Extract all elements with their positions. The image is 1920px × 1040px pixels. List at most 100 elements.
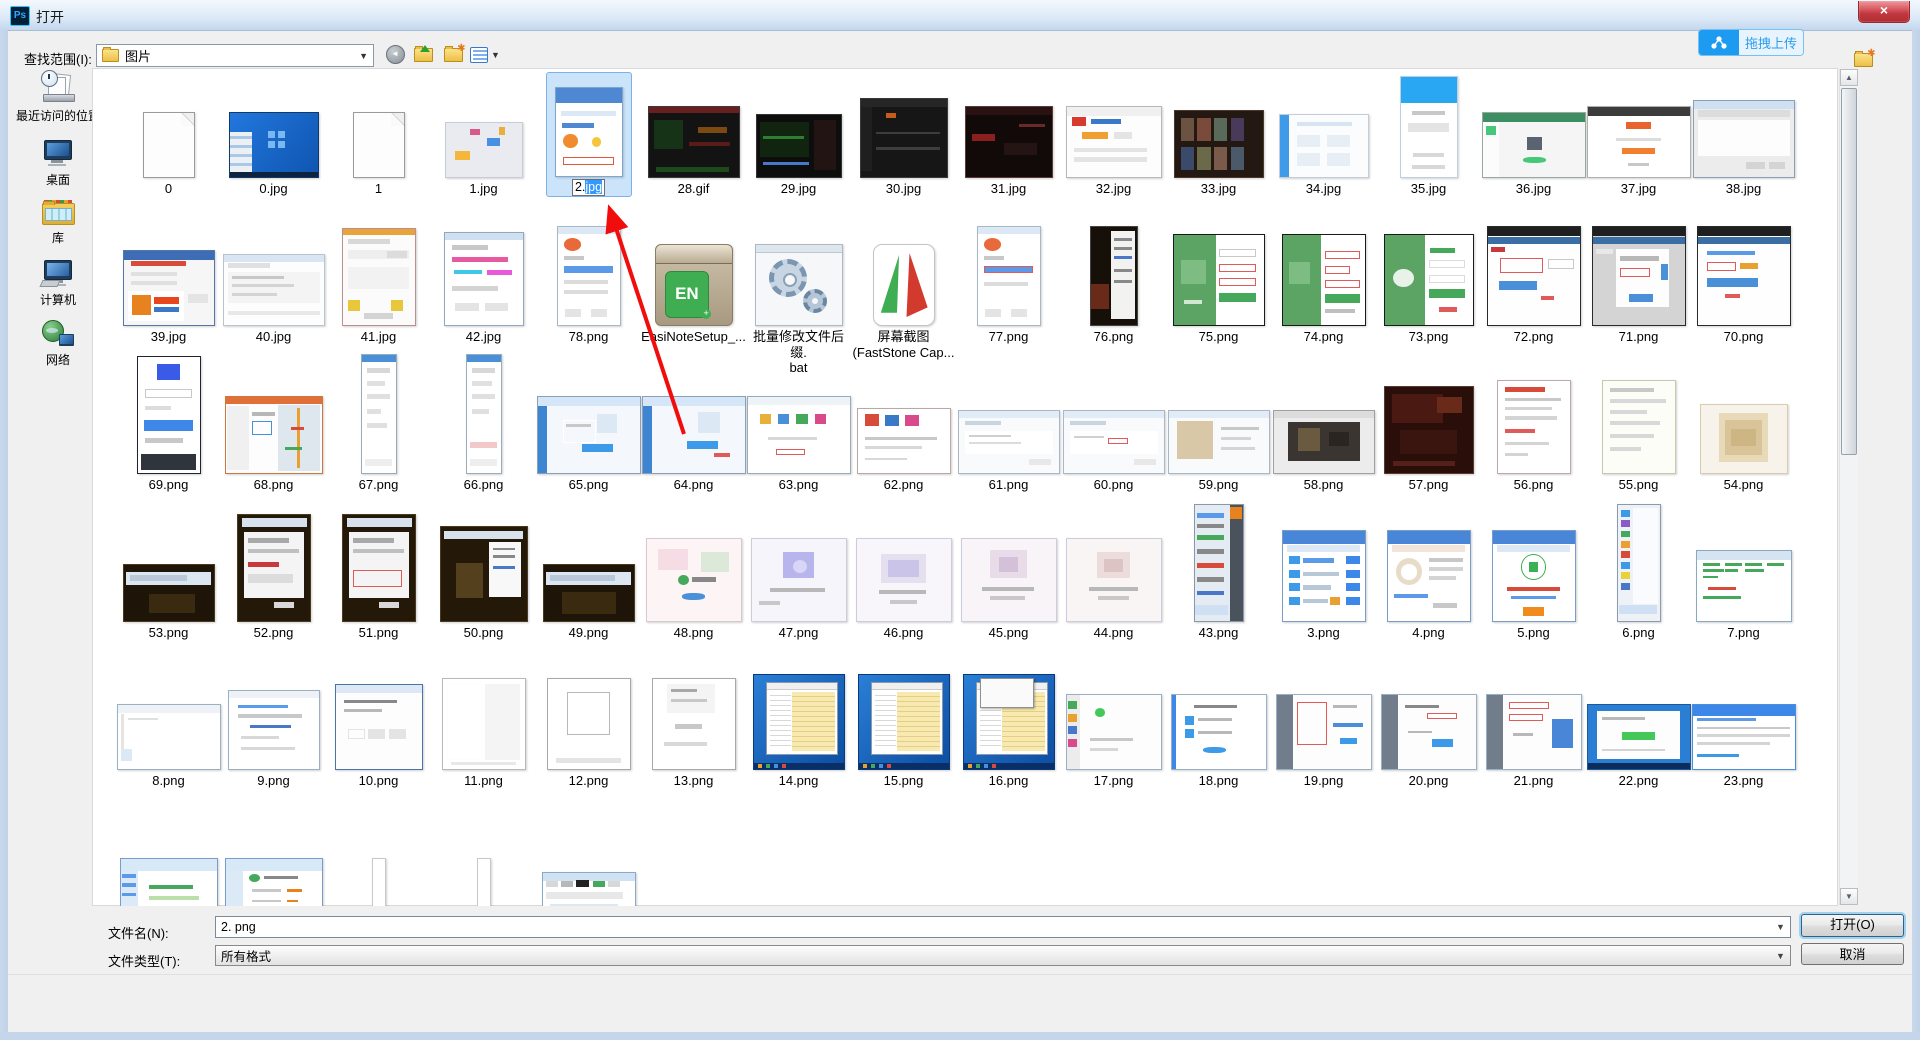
file-item[interactable]: 5.png [1481,516,1586,641]
file-item[interactable]: 22.png [1586,664,1691,789]
file-item[interactable]: 42.jpg [431,220,536,345]
file-item[interactable] [326,812,431,906]
file-item[interactable]: 76.png [1061,220,1166,345]
file-item[interactable]: 72.png [1481,220,1586,345]
file-item[interactable]: 34.jpg [1271,72,1376,197]
file-item[interactable]: 70.png [1691,220,1796,345]
chevron-down-icon[interactable]: ▼ [1773,949,1788,964]
file-item[interactable]: 15.png [851,664,956,789]
file-item[interactable]: 68.png [221,368,326,493]
file-item[interactable]: 66.png [431,368,536,493]
file-item[interactable]: 54.png [1691,368,1796,493]
file-item[interactable]: 49.png [536,516,641,641]
file-item[interactable]: 60.png [1061,368,1166,493]
file-item[interactable]: 33.jpg [1166,72,1271,197]
file-item[interactable]: 31.jpg [956,72,1061,197]
rename-edit-field[interactable]: 2.jpg [572,179,605,196]
scroll-up-button[interactable]: ▲ [1840,69,1858,86]
file-item[interactable]: 28.gif [641,72,746,197]
file-item[interactable]: 9.png [221,664,326,789]
file-item[interactable]: 74.png [1271,220,1376,345]
file-item[interactable]: 65.png [536,368,641,493]
file-item[interactable]: 55.png [1586,368,1691,493]
chevron-down-icon[interactable]: ▼ [359,51,368,61]
file-item[interactable]: 3.png [1271,516,1376,641]
file-item[interactable]: 56.png [1481,368,1586,493]
file-item[interactable]: 43.png [1166,516,1271,641]
file-item[interactable]: 58.png [1271,368,1376,493]
file-item[interactable]: 10.png [326,664,431,789]
file-item[interactable]: 32.jpg [1061,72,1166,197]
file-item[interactable]: 78.png [536,220,641,345]
views-menu-button[interactable]: ▼ [468,45,502,64]
file-item[interactable]: 63.png [746,368,851,493]
file-item[interactable]: 41.jpg [326,220,431,345]
file-item[interactable]: 61.png [956,368,1061,493]
file-item[interactable]: 12.png [536,664,641,789]
window-titlebar[interactable]: Ps 打开 × [0,0,1920,31]
file-name-value[interactable]: 2. png [216,920,256,934]
file-item[interactable]: 40.jpg [221,220,326,345]
file-item[interactable]: 0 [116,72,221,197]
file-item[interactable]: 46.png [851,516,956,641]
file-item[interactable]: 73.png [1376,220,1481,345]
new-folder-mini-button[interactable]: ✱ [1851,51,1875,69]
file-item[interactable]: 16.png [956,664,1061,789]
file-item[interactable]: 1 [326,72,431,197]
file-item[interactable]: 39.jpg [116,220,221,345]
file-item[interactable]: 59.png [1166,368,1271,493]
up-one-level-button[interactable] [412,45,434,64]
file-item[interactable]: 75.png [1166,220,1271,345]
file-item[interactable]: 20.png [1376,664,1481,789]
file-name-combobox[interactable]: 2. png ▼ [215,916,1791,938]
file-item[interactable]: 18.png [1166,664,1271,789]
back-button[interactable]: ◄ [384,45,406,64]
file-type-combobox[interactable]: 所有格式 ▼ [215,945,1791,966]
file-item[interactable]: 11.png [431,664,536,789]
file-item[interactable]: 6.png [1586,516,1691,641]
file-item[interactable]: 7.png [1691,516,1796,641]
file-item[interactable]: 48.png [641,516,746,641]
file-item[interactable] [536,812,641,906]
scrollbar-thumb[interactable] [1841,88,1857,455]
file-item[interactable]: EN+EasiNoteSetup_... [641,220,746,345]
file-item[interactable]: 45.png [956,516,1061,641]
file-item[interactable]: 30.jpg [851,72,956,197]
file-item[interactable]: 47.png [746,516,851,641]
file-item[interactable]: 38.jpg [1691,72,1796,197]
drag-upload-button[interactable]: 拖拽上传 [1698,29,1804,56]
file-item[interactable]: 77.png [956,220,1061,345]
file-item[interactable]: 19.png [1271,664,1376,789]
file-item[interactable]: 69.png [116,368,221,493]
file-item[interactable]: 62.png [851,368,956,493]
file-item[interactable]: 67.png [326,368,431,493]
file-item[interactable]: 37.jpg [1586,72,1691,197]
file-item[interactable]: 53.png [116,516,221,641]
file-item[interactable]: 51.png [326,516,431,641]
cancel-button[interactable]: 取消 [1801,943,1904,965]
open-button[interactable]: 打开(O) [1801,914,1904,937]
file-item[interactable]: 13.png [641,664,746,789]
new-folder-button[interactable]: ✱ [442,45,464,64]
file-item[interactable]: 57.png [1376,368,1481,493]
file-item[interactable] [431,812,536,906]
file-item[interactable]: 64.png [641,368,746,493]
look-in-combobox[interactable]: 图片 ▼ [96,44,374,67]
chevron-down-icon[interactable]: ▼ [1773,920,1788,935]
file-item[interactable]: 71.png [1586,220,1691,345]
file-item[interactable]: 批量修改文件后缀. bat [746,220,851,376]
file-item[interactable]: 52.png [221,516,326,641]
file-item[interactable] [116,812,221,906]
file-item[interactable]: 35.jpg [1376,72,1481,197]
file-item[interactable]: 44.png [1061,516,1166,641]
file-item[interactable]: 23.png [1691,664,1796,789]
file-item[interactable]: 14.png [746,664,851,789]
file-item[interactable]: 4.png [1376,516,1481,641]
file-item[interactable]: 8.png [116,664,221,789]
vertical-scrollbar[interactable]: ▲ ▼ [1839,69,1858,905]
file-item[interactable] [221,812,326,906]
file-item[interactable]: 2.jpg [546,72,632,197]
file-item[interactable]: 29.jpg [746,72,851,197]
file-item[interactable]: 1.jpg [431,72,536,197]
file-item[interactable]: 屏幕截图 (FastStone Cap... [851,220,956,360]
